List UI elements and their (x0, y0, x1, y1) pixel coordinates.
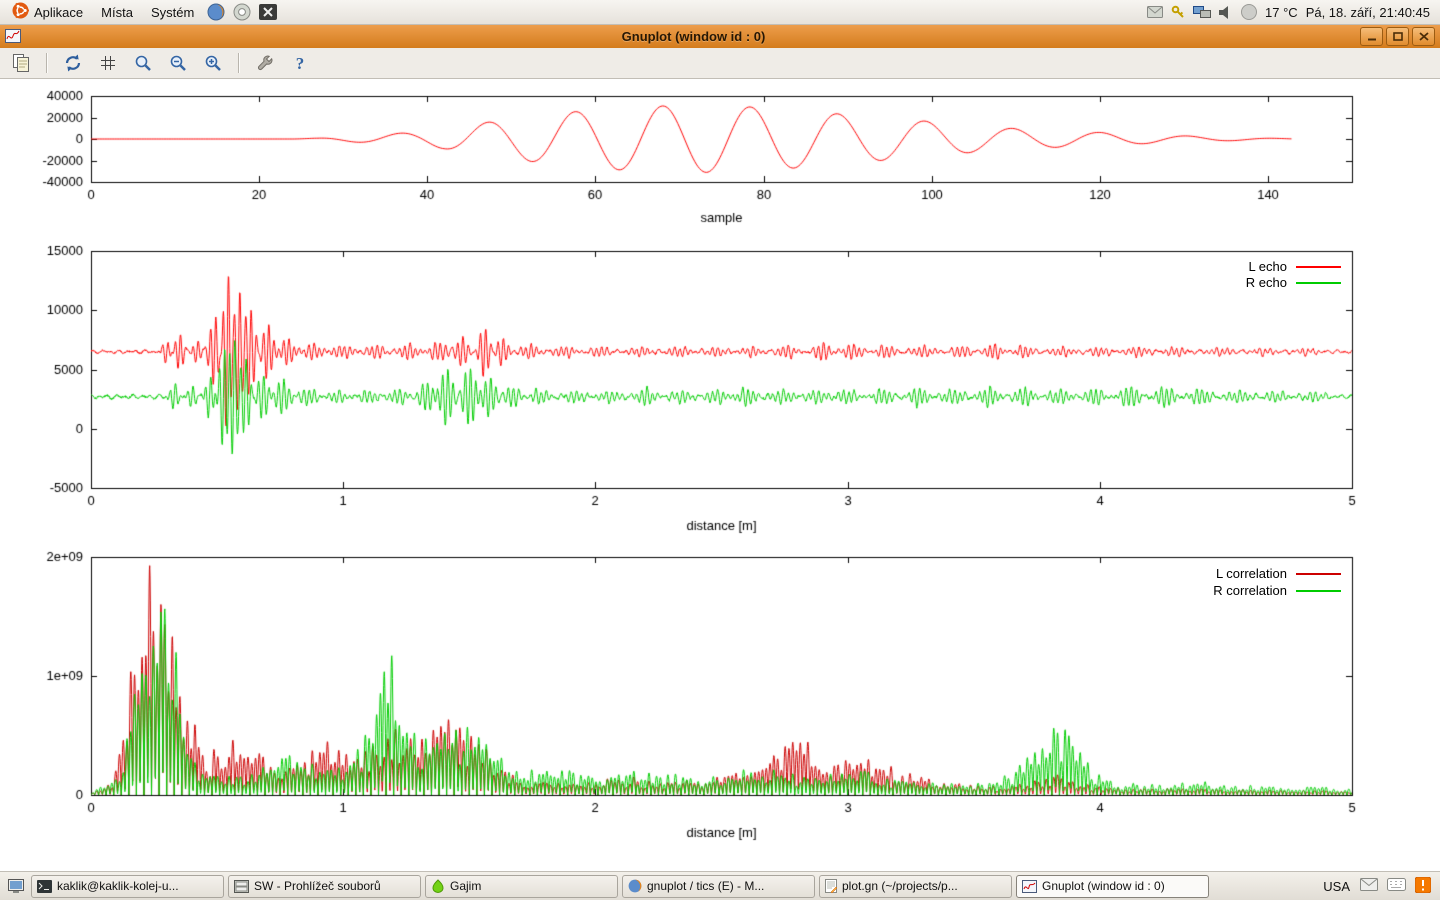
taskbar-item-gnuplot[interactable]: Gnuplot (window id : 0) (1016, 875, 1209, 898)
taskbar-item-label: Gajim (450, 879, 481, 893)
window-controls (1360, 27, 1435, 46)
ubuntu-logo-icon (12, 2, 29, 22)
grid-icon[interactable] (95, 50, 121, 76)
volume-icon[interactable] (1219, 6, 1233, 19)
chirp-signal-chart[interactable] (0, 88, 1440, 238)
show-desktop-icon[interactable] (5, 875, 27, 897)
taskbar-item-label: SW - Prohlížeč souborů (254, 879, 381, 893)
window-title: Gnuplot (window id : 0) (27, 29, 1360, 44)
mail-icon[interactable] (1147, 6, 1163, 18)
gnuplot-window-titlebar[interactable]: Gnuplot (window id : 0) (0, 24, 1440, 48)
settings-icon[interactable] (252, 50, 278, 76)
desktop-screen: Aplikace Místa Systém (0, 0, 1440, 900)
terminal-icon (37, 880, 52, 893)
xterm-icon[interactable] (256, 1, 280, 23)
legend-line-sample (1296, 573, 1341, 575)
gnome-top-panel: Aplikace Místa Systém (0, 0, 1440, 25)
legend-label-l-echo: L echo (1248, 260, 1287, 274)
gnuplot-plot-area: L echo R echo L correlation R correlatio… (0, 79, 1440, 872)
bottom-taskbar: kaklik@kaklik-kolej-u... SW - Prohlížeč … (0, 871, 1440, 900)
legend-line-sample (1296, 282, 1341, 284)
maximize-button[interactable] (1386, 27, 1409, 46)
temperature-label[interactable]: 17 °C (1265, 5, 1298, 20)
legend-line-sample (1296, 590, 1341, 592)
places-menu[interactable]: Místa (93, 3, 141, 22)
gnuplot-window-icon (5, 29, 21, 43)
applications-menu[interactable]: Aplikace (4, 0, 91, 24)
text-editor-icon (825, 879, 837, 893)
gajim-icon (431, 879, 445, 893)
legend-item-l-echo: L echo (1248, 260, 1341, 274)
help-browser-icon[interactable] (230, 1, 254, 23)
taskbar-item-file-manager[interactable]: SW - Prohlížeč souborů (228, 875, 421, 898)
taskbar-item-label: plot.gn (~/projects/p... (842, 879, 958, 893)
zoom-out-icon[interactable] (165, 50, 191, 76)
weather-icon[interactable] (1241, 4, 1257, 20)
toolbar-separator (46, 53, 48, 73)
firefox-icon[interactable] (204, 1, 228, 23)
legend-label-l-correlation: L correlation (1216, 567, 1287, 581)
taskbar-item-label: kaklik@kaklik-kolej-u... (57, 879, 179, 893)
taskbar-tray (1360, 877, 1435, 896)
mail-icon[interactable] (1360, 878, 1378, 894)
echo-chart[interactable] (0, 240, 1440, 542)
display-switcher-icon[interactable] (1193, 6, 1211, 19)
taskbar-item-browser[interactable]: gnuplot / tics (E) - M... (622, 875, 815, 898)
legend-line-sample (1296, 266, 1341, 268)
taskbar-item-label: Gnuplot (window id : 0) (1042, 879, 1165, 893)
zoom-in-icon[interactable] (200, 50, 226, 76)
system-menu-label: Systém (151, 5, 194, 20)
minimize-button[interactable] (1360, 27, 1383, 46)
zoom-previous-icon[interactable] (130, 50, 156, 76)
places-menu-label: Místa (101, 5, 133, 20)
panel-menus: Aplikace Místa Systém (4, 0, 280, 24)
legend-label-r-echo: R echo (1246, 276, 1287, 290)
gnuplot-icon (1022, 880, 1037, 893)
copy-to-clipboard-icon[interactable] (8, 50, 34, 76)
keyring-icon[interactable] (1171, 5, 1185, 19)
taskbar-item-gajim[interactable]: Gajim (425, 875, 618, 898)
panel-tray: 17 °C Pá, 18. září, 21:40:45 (1147, 4, 1436, 20)
help-icon[interactable]: ? (287, 50, 313, 76)
legend-item-r-correlation: R correlation (1213, 584, 1341, 598)
keyboard-indicator-icon[interactable] (1387, 878, 1406, 894)
svg-text:?: ? (296, 54, 305, 73)
legend-item-r-echo: R echo (1246, 276, 1341, 290)
firefox-icon (628, 879, 642, 893)
legend-label-r-correlation: R correlation (1213, 584, 1287, 598)
toolbar-separator (238, 53, 240, 73)
close-button[interactable] (1412, 27, 1435, 46)
taskbar-item-editor[interactable]: plot.gn (~/projects/p... (819, 875, 1012, 898)
replot-icon[interactable] (60, 50, 86, 76)
applications-menu-label: Aplikace (34, 5, 83, 20)
gnuplot-toolbar: ? (0, 48, 1440, 79)
legend-item-l-correlation: L correlation (1216, 567, 1341, 581)
system-menu[interactable]: Systém (143, 3, 202, 22)
update-notifier-icon[interactable] (1415, 877, 1431, 896)
clock-label[interactable]: Pá, 18. září, 21:40:45 (1306, 5, 1430, 20)
taskbar-item-label: gnuplot / tics (E) - M... (647, 879, 764, 893)
keyboard-layout-indicator[interactable]: USA (1317, 879, 1356, 894)
file-manager-icon (234, 880, 249, 893)
taskbar-item-ssh-terminal[interactable]: kaklik@kaklik-kolej-u... (31, 875, 224, 898)
